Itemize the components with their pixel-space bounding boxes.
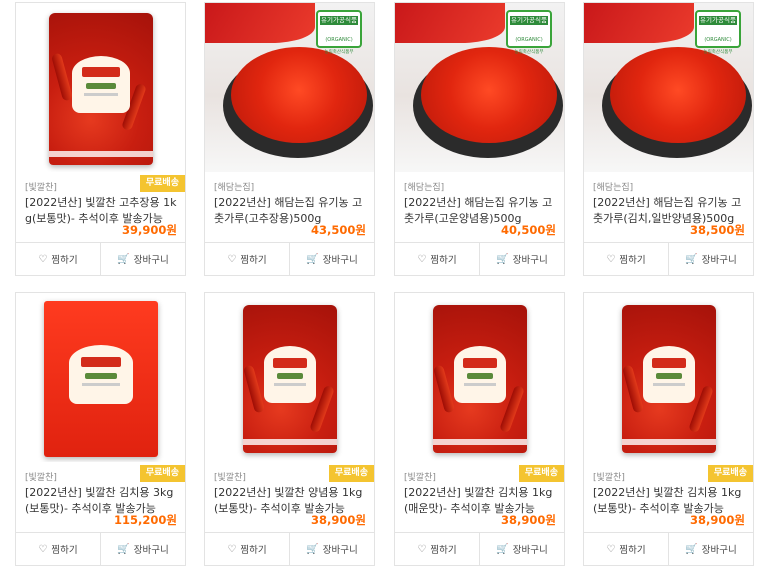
product-image[interactable]: 유기가공식품 (ORGANIC) 농림축산식품부	[584, 3, 753, 172]
free-shipping-badge: 무료배송	[328, 465, 374, 482]
product-image[interactable]	[205, 293, 374, 462]
free-shipping-badge: 무료배송	[139, 465, 185, 482]
product-price: 38,900원	[501, 513, 556, 527]
cart-button[interactable]: 🛒 장바구니	[100, 533, 185, 565]
cart-button[interactable]: 🛒 장바구니	[479, 533, 564, 565]
wish-label: 찜하기	[430, 255, 457, 266]
cart-icon: 🛒	[496, 253, 509, 265]
cart-label: 장바구니	[322, 255, 358, 266]
product-card[interactable]: 유기가공식품 (ORGANIC) 농림축산식품부 [해담는집] [2022년산] …	[394, 2, 565, 276]
product-price: 39,900원	[122, 223, 177, 237]
organic-sub: (ORGANIC)	[704, 37, 732, 43]
product-image[interactable]	[16, 293, 185, 462]
organic-caption: 농림축산식품부	[324, 50, 354, 55]
product-price: 43,500원	[311, 223, 366, 237]
organic-certification-icon: 유기가공식품 (ORGANIC) 농림축산식품부	[314, 10, 364, 56]
wish-button[interactable]: ♡ 찜하기	[205, 243, 289, 275]
heart-icon: ♡	[417, 543, 427, 555]
wish-button[interactable]: ♡ 찜하기	[395, 243, 479, 275]
cart-button[interactable]: 🛒 장바구니	[100, 243, 185, 275]
product-price: 38,500원	[690, 223, 745, 237]
cart-icon: 🛒	[496, 543, 509, 555]
cart-button[interactable]: 🛒 장바구니	[289, 243, 374, 275]
wish-button[interactable]: ♡ 찜하기	[584, 533, 668, 565]
wish-label: 찜하기	[430, 545, 457, 556]
heart-icon: ♡	[417, 253, 427, 265]
product-card[interactable]: [빛깔찬] 무료배송 [2022년산] 빛깔찬 양념용 1kg(보통맛)- 추석…	[204, 292, 375, 566]
cart-label: 장바구니	[701, 255, 737, 266]
cart-icon: 🛒	[117, 253, 130, 265]
product-card[interactable]: 유기가공식품 (ORGANIC) 농림축산식품부 [해담는집] [2022년산] …	[583, 2, 754, 276]
organic-label: 유기가공식품	[510, 16, 548, 25]
product-price: 38,900원	[690, 513, 745, 527]
cart-label: 장바구니	[133, 545, 169, 556]
cart-button[interactable]: 🛒 장바구니	[289, 533, 374, 565]
product-card[interactable]: [빛깔찬] 무료배송 [2022년산] 빛깔찬 김치용 1kg(매운맛)- 추석…	[394, 292, 565, 566]
heart-icon: ♡	[606, 543, 616, 555]
organic-caption: 농림축산식품부	[703, 50, 733, 55]
wish-label: 찜하기	[619, 255, 646, 266]
free-shipping-badge: 무료배송	[139, 175, 185, 192]
heart-icon: ♡	[606, 253, 616, 265]
cart-button[interactable]: 🛒 장바구니	[668, 243, 753, 275]
product-image[interactable]	[584, 293, 753, 462]
brand-label: [빛깔찬]	[593, 473, 625, 483]
wish-button[interactable]: ♡ 찜하기	[584, 243, 668, 275]
product-image[interactable]: 유기가공식품 (ORGANIC) 농림축산식품부	[395, 3, 564, 172]
cart-label: 장바구니	[701, 545, 737, 556]
organic-label: 유기가공식품	[699, 16, 737, 25]
heart-icon: ♡	[227, 543, 237, 555]
product-image[interactable]: 유기가공식품 (ORGANIC) 농림축산식품부	[205, 3, 374, 172]
brand-label: [빛깔찬]	[214, 473, 246, 483]
wish-button[interactable]: ♡ 찜하기	[16, 243, 100, 275]
product-card[interactable]: 유기가공식품 (ORGANIC) 농림축산식품부 [해담는집] [2022년산] …	[204, 2, 375, 276]
wish-button[interactable]: ♡ 찜하기	[205, 533, 289, 565]
cart-label: 장바구니	[133, 255, 169, 266]
organic-label: 유기가공식품	[320, 16, 358, 25]
cart-icon: 🛒	[685, 253, 698, 265]
heart-icon: ♡	[38, 253, 48, 265]
cart-label: 장바구니	[512, 255, 548, 266]
cart-icon: 🛒	[685, 543, 698, 555]
product-price: 115,200원	[114, 513, 177, 527]
product-image[interactable]	[16, 3, 185, 172]
wish-label: 찜하기	[51, 255, 78, 266]
product-image[interactable]	[395, 293, 564, 462]
product-price: 40,500원	[501, 223, 556, 237]
heart-icon: ♡	[227, 253, 237, 265]
cart-button[interactable]: 🛒 장바구니	[479, 243, 564, 275]
cart-icon: 🛒	[117, 543, 130, 555]
wish-label: 찜하기	[619, 545, 646, 556]
organic-caption: 농림축산식품부	[514, 50, 544, 55]
product-card[interactable]: [빛깔찬] 무료배송 [2022년산] 빛깔찬 고추장용 1kg(보통맛)- 추…	[15, 2, 186, 276]
product-price: 38,900원	[311, 513, 366, 527]
wish-button[interactable]: ♡ 찜하기	[16, 533, 100, 565]
organic-certification-icon: 유기가공식품 (ORGANIC) 농림축산식품부	[504, 10, 554, 56]
organic-sub: (ORGANIC)	[515, 37, 543, 43]
brand-label: [해담는집]	[214, 183, 255, 193]
cart-label: 장바구니	[322, 545, 358, 556]
product-card[interactable]: [빛깔찬] 무료배송 [2022년산] 빛깔찬 김치용 3kg(보통맛)- 추석…	[15, 292, 186, 566]
cart-icon: 🛒	[306, 543, 319, 555]
free-shipping-badge: 무료배송	[518, 465, 564, 482]
brand-label: [빛깔찬]	[25, 183, 57, 193]
brand-label: [빛깔찬]	[404, 473, 436, 483]
brand-label: [해담는집]	[593, 183, 634, 193]
organic-sub: (ORGANIC)	[325, 37, 353, 43]
cart-label: 장바구니	[512, 545, 548, 556]
cart-button[interactable]: 🛒 장바구니	[668, 533, 753, 565]
brand-label: [해담는집]	[404, 183, 445, 193]
wish-label: 찜하기	[51, 545, 78, 556]
wish-button[interactable]: ♡ 찜하기	[395, 533, 479, 565]
free-shipping-badge: 무료배송	[707, 465, 753, 482]
cart-icon: 🛒	[306, 253, 319, 265]
organic-certification-icon: 유기가공식품 (ORGANIC) 농림축산식품부	[693, 10, 743, 56]
brand-label: [빛깔찬]	[25, 473, 57, 483]
wish-label: 찜하기	[240, 255, 267, 266]
wish-label: 찜하기	[240, 545, 267, 556]
heart-icon: ♡	[38, 543, 48, 555]
product-card[interactable]: [빛깔찬] 무료배송 [2022년산] 빛깔찬 김치용 1kg(보통맛)- 추석…	[583, 292, 754, 566]
